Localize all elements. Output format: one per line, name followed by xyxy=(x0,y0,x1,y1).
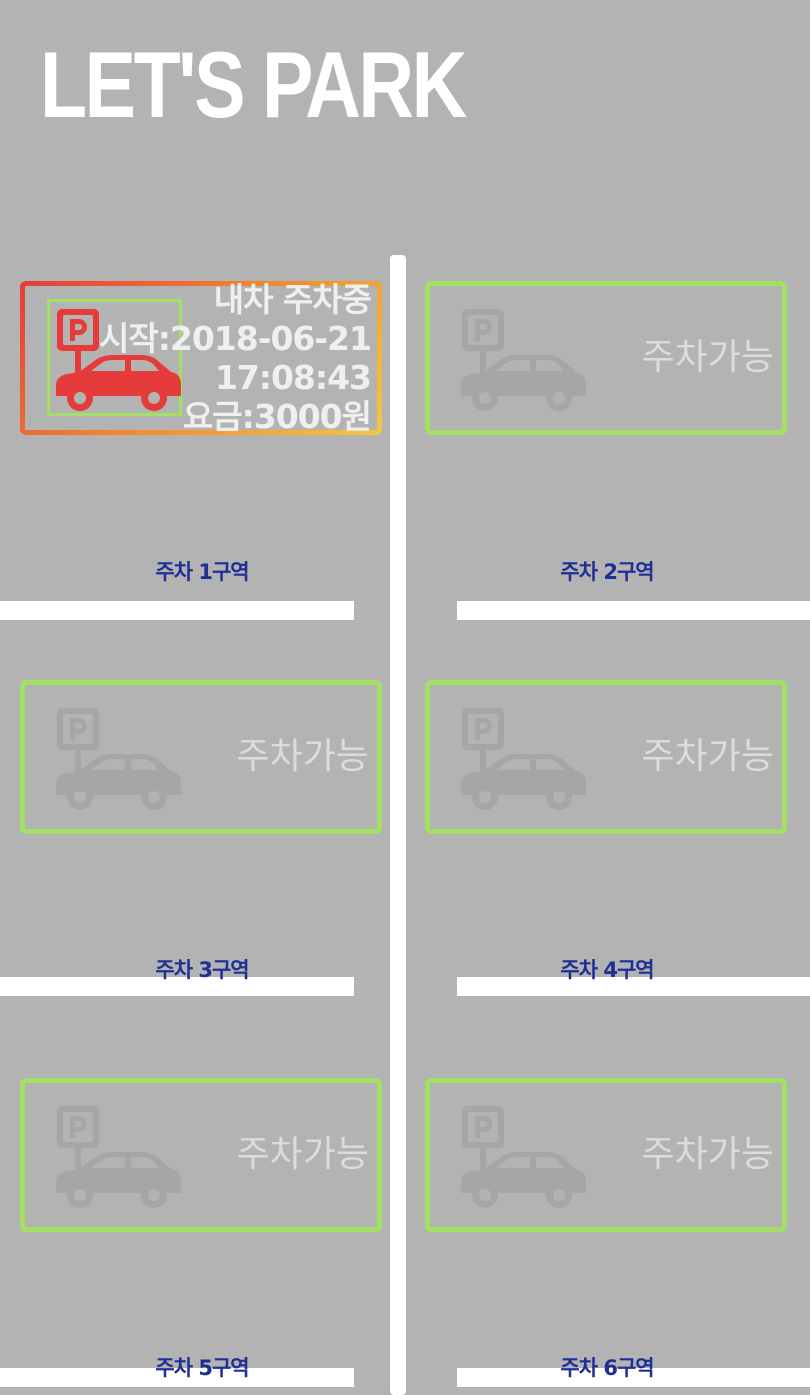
center-lane-line xyxy=(390,255,406,1395)
slot-status: 주차가능 xyxy=(641,736,774,777)
zone-label-2: 주차 2구역 xyxy=(560,560,654,584)
parking-car-icon xyxy=(56,708,181,810)
parking-car-icon xyxy=(461,708,586,810)
parking-screen: { "app": { "title": "LET'S PARK" }, "col… xyxy=(0,0,810,1395)
parking-slot-3[interactable]: 주차가능 xyxy=(20,680,382,834)
slot-status: 내차 주차중 xyxy=(213,280,372,319)
zone-label-5: 주차 5구역 xyxy=(155,1356,249,1380)
lane-divider xyxy=(457,601,810,620)
parking-slot-2[interactable]: 주차가능 xyxy=(425,281,787,435)
parking-fee: 요금:3000원 xyxy=(182,397,372,436)
parking-slot-6[interactable]: 주차가능 xyxy=(425,1078,787,1232)
start-date: 시작:2018-06-21 xyxy=(98,319,372,358)
parking-slot-1[interactable]: 내차 주차중 시작:2018-06-21 17:08:43 요금:3000원 xyxy=(20,280,382,436)
zone-label-1: 주차 1구역 xyxy=(155,560,249,584)
slot-status: 주차가능 xyxy=(236,736,369,777)
occupied-info: 내차 주차중 시작:2018-06-21 17:08:43 요금:3000원 xyxy=(98,280,372,436)
parking-car-icon xyxy=(461,309,586,411)
parking-car-icon xyxy=(56,1106,181,1208)
app-title: LET'S PARK xyxy=(40,32,467,137)
lane-divider xyxy=(0,601,354,620)
zone-label-4: 주차 4구역 xyxy=(560,958,654,982)
slot-status: 주차가능 xyxy=(641,1134,774,1175)
parking-slot-5[interactable]: 주차가능 xyxy=(20,1078,382,1232)
zone-label-6: 주차 6구역 xyxy=(560,1356,654,1380)
slot-status: 주차가능 xyxy=(236,1134,369,1175)
start-time: 17:08:43 xyxy=(214,358,372,397)
parking-slot-4[interactable]: 주차가능 xyxy=(425,680,787,834)
slot-status: 주차가능 xyxy=(641,337,774,378)
zone-label-3: 주차 3구역 xyxy=(155,958,249,982)
parking-car-icon xyxy=(461,1106,586,1208)
